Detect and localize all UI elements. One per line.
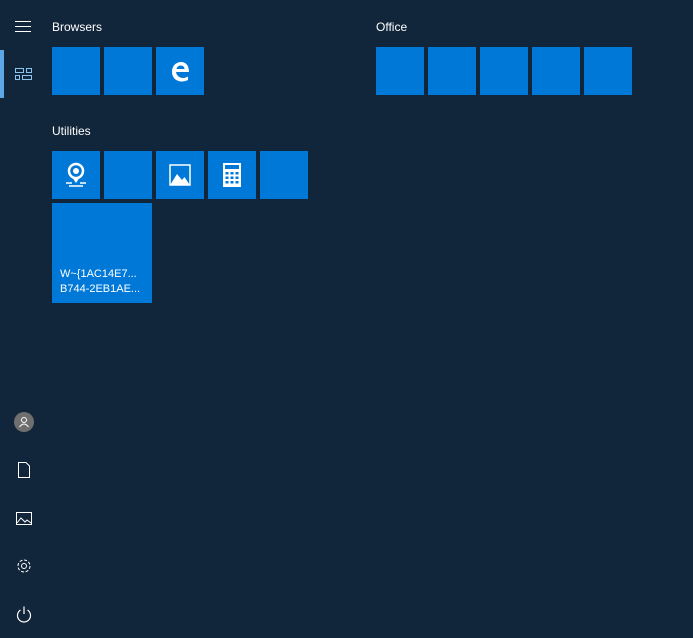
- settings-button[interactable]: [0, 542, 48, 590]
- tiles-icon: [15, 68, 32, 80]
- document-icon: [18, 462, 30, 478]
- tile[interactable]: [52, 47, 100, 95]
- tiles-button[interactable]: [0, 50, 48, 98]
- tile[interactable]: [104, 47, 152, 95]
- hamburger-icon: [15, 21, 31, 32]
- maps-tile[interactable]: [52, 151, 100, 199]
- group-title-office[interactable]: Office: [376, 20, 407, 34]
- app-tile-large[interactable]: W~{1AC14E7... B744-2EB1AE...: [52, 203, 152, 303]
- calculator-icon: [223, 163, 241, 187]
- group-title-utilities[interactable]: Utilities: [52, 124, 91, 138]
- documents-button[interactable]: [0, 446, 48, 494]
- calculator-tile[interactable]: [208, 151, 256, 199]
- avatar-icon: [14, 412, 34, 432]
- tile-label-line1: W~{1AC14E7...: [60, 268, 137, 280]
- left-rail: [0, 0, 48, 634]
- power-button[interactable]: [0, 590, 48, 638]
- tile[interactable]: [480, 47, 528, 95]
- gear-icon: [17, 559, 31, 573]
- edge-icon: [172, 62, 189, 82]
- tile[interactable]: [584, 47, 632, 95]
- pictures-button[interactable]: [0, 494, 48, 542]
- photo-icon: [169, 164, 191, 186]
- tile[interactable]: [260, 151, 308, 199]
- power-icon: [16, 606, 32, 623]
- tile[interactable]: [532, 47, 580, 95]
- tile[interactable]: [376, 47, 424, 95]
- tile-label-line2: B744-2EB1AE...: [60, 283, 141, 295]
- user-button[interactable]: [0, 398, 48, 446]
- picture-icon: [16, 511, 32, 525]
- menu-button[interactable]: [0, 2, 48, 50]
- tile-label: W~{1AC14E7... B744-2EB1AE...: [60, 267, 140, 297]
- map-pin-icon: [66, 162, 86, 187]
- photos-tile[interactable]: [156, 151, 204, 199]
- edge-tile[interactable]: [156, 47, 204, 95]
- group-title-browsers[interactable]: Browsers: [52, 20, 102, 34]
- tile[interactable]: [104, 151, 152, 199]
- tile[interactable]: [428, 47, 476, 95]
